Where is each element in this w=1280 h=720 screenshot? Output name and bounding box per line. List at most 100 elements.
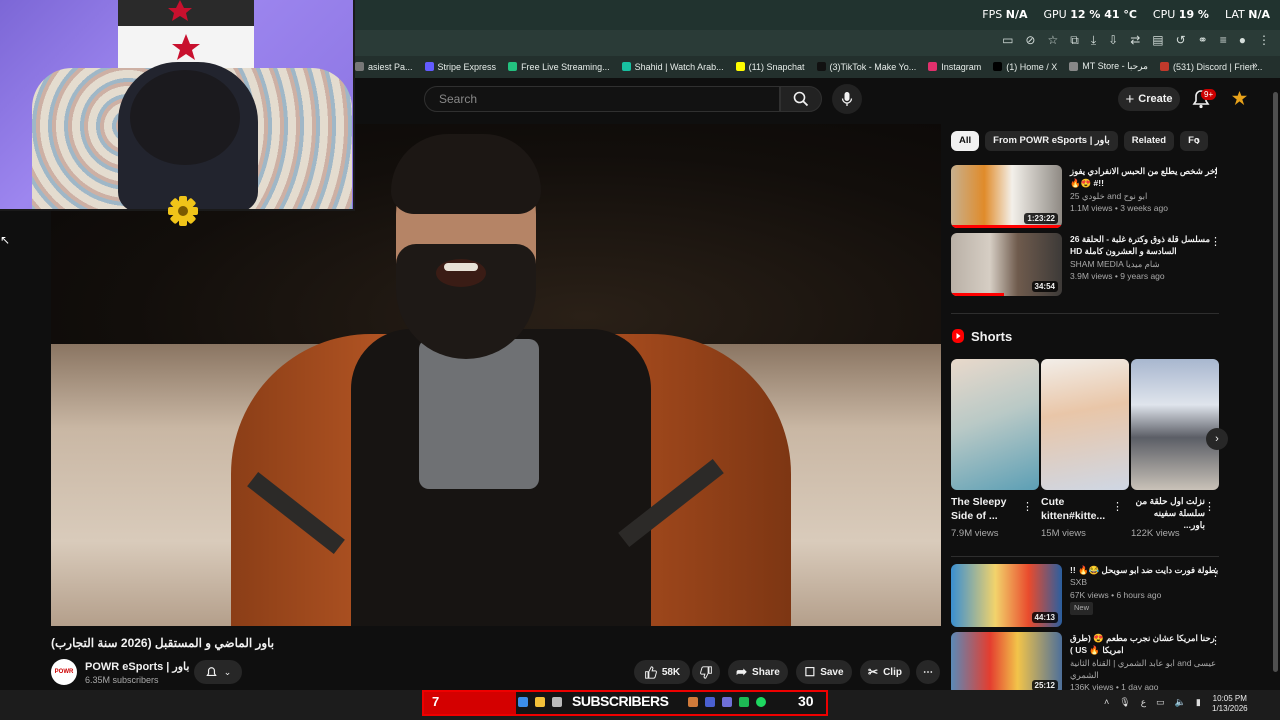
account-avatar-icon[interactable]	[1232, 91, 1247, 106]
video-duration: 44:13	[1031, 612, 1058, 623]
xbox-icon[interactable]	[739, 697, 749, 707]
more-vertical-icon[interactable]: ⋮	[1112, 500, 1123, 513]
reading-list-icon[interactable]: ≡	[1220, 33, 1227, 48]
short-title[interactable]: The Sleepy Side of ...	[951, 495, 1025, 523]
app-icon[interactable]	[722, 697, 732, 707]
clip-button[interactable]: ✂ Clip	[860, 660, 910, 684]
recommendation-channel[interactable]: 25 خلودي and ابو نوح	[1070, 190, 1221, 202]
recommendation-title[interactable]: بطولة فورت دايت ضد ابو سويحل 😂🔥 !!	[1070, 564, 1221, 576]
bookmark-favicon-icon	[424, 62, 434, 71]
file-explorer-icon[interactable]	[535, 697, 545, 707]
short-thumbnail[interactable]	[1041, 359, 1129, 490]
recommendation-title[interactable]: مسلسل قلة ذوق وكترة غلبة - الحلقة 26 الس…	[1070, 233, 1221, 258]
more-vertical-icon[interactable]: ⋮	[1204, 500, 1215, 513]
bookmark-star-icon[interactable]: ☆	[1047, 33, 1058, 48]
more-vertical-icon[interactable]: ⋮	[1210, 167, 1221, 180]
app-icon[interactable]	[688, 697, 698, 707]
bookmark-item[interactable]: MT Store - مرحبا	[1069, 61, 1148, 72]
recommendation-channel[interactable]: SXB	[1070, 576, 1221, 588]
search-input[interactable]: Search	[424, 86, 780, 112]
video-thumbnail[interactable]: 25:12	[951, 632, 1062, 695]
bookmark-item[interactable]: Instagram	[928, 61, 981, 72]
short-title[interactable]: Cute kitten#kitte...	[1041, 495, 1115, 523]
bookmark-item[interactable]: Shahid | Watch Arab...	[621, 61, 724, 72]
app-icon[interactable]	[705, 697, 715, 707]
filter-chip[interactable]: All	[951, 131, 980, 151]
short-thumbnail[interactable]	[951, 359, 1039, 490]
more-actions-button[interactable]: ⋯	[916, 660, 940, 684]
bookmark-item[interactable]: asiest Pa...	[355, 61, 413, 72]
recommendation-channel[interactable]: ابو عابد الشمري | القناة الثانية and عيس…	[1070, 657, 1221, 682]
filter-chip[interactable]: From POWR eSports | باور	[985, 131, 1118, 151]
menu-icon[interactable]: ⋮	[1258, 33, 1270, 48]
language-indicator[interactable]: ع	[1141, 697, 1146, 708]
voice-search-button[interactable]	[832, 84, 862, 114]
profile-icon[interactable]: ●	[1239, 33, 1246, 48]
shorts-next-button[interactable]: ›	[1206, 428, 1228, 450]
bookmark-label: Shahid | Watch Arab...	[634, 61, 724, 72]
battery-icon[interactable]: ▮	[1196, 697, 1201, 708]
lat-value: N/A	[1248, 8, 1270, 21]
more-vertical-icon[interactable]: ⋮	[1210, 235, 1221, 248]
subscription-notifications-button[interactable]: ⌄	[194, 660, 242, 684]
like-button[interactable]: 58K	[634, 660, 690, 684]
bookmark-item[interactable]: Free Live Streaming...	[508, 61, 610, 72]
more-vertical-icon[interactable]: ⋮	[1022, 500, 1033, 513]
download-icon[interactable]: ⤓	[1091, 33, 1096, 48]
scrollbar-thumb[interactable]	[1273, 92, 1278, 672]
history-icon[interactable]: ↺	[1176, 33, 1186, 48]
recommendation-item[interactable]: 25:12 رحنا امريكا عشان نجرب مطعم 😍 (طرق …	[951, 632, 1221, 695]
translate-icon[interactable]: ⇄	[1130, 33, 1140, 48]
install-icon[interactable]: ⇩	[1108, 33, 1118, 48]
cast-icon[interactable]: ▭	[1002, 33, 1013, 48]
bookmark-item[interactable]: (531) Discord | Frien...	[1159, 61, 1262, 72]
short-views: 15M views	[1041, 528, 1086, 539]
video-thumbnail[interactable]: 1:23:22	[951, 165, 1062, 228]
microphone-icon[interactable]: 🎙	[1119, 697, 1130, 708]
dislike-button[interactable]	[692, 660, 720, 684]
recommendation-item[interactable]: 1:23:22 اخر شخص يطلع من الحبس الانفرادي …	[951, 165, 1221, 228]
plus-icon: +	[1125, 90, 1135, 108]
windows-start-icon[interactable]	[518, 697, 528, 707]
save-button[interactable]: ☐ Save	[796, 660, 852, 684]
filter-chip[interactable]: Related	[1123, 131, 1175, 151]
subscriber-goal-current: 7	[424, 692, 516, 714]
bookmark-item[interactable]: (3)TikTok - Make Yo...	[816, 61, 916, 72]
create-button[interactable]: + Create	[1118, 87, 1180, 111]
recommendation-stats: 1.1M views • 3 weeks ago	[1070, 202, 1168, 213]
bookmarks-overflow-icon[interactable]: »	[1252, 60, 1258, 71]
short-thumbnail[interactable]	[1131, 359, 1219, 490]
volume-icon[interactable]: 🔈	[1175, 697, 1186, 708]
subscriber-goal-label: SUBSCRIBERS	[572, 693, 669, 709]
filter-chip[interactable]: Fo	[1180, 131, 1208, 151]
video-thumbnail[interactable]: 44:13	[951, 564, 1062, 627]
bookmark-item[interactable]: Stripe Express	[424, 61, 496, 72]
extensions-icon[interactable]: ⧉	[1070, 33, 1079, 48]
chips-next-icon[interactable]: ›	[1196, 134, 1200, 148]
recommendation-channel[interactable]: SHAM MEDIA شام ميديا	[1070, 258, 1221, 270]
video-thumbnail[interactable]: 34:54	[951, 233, 1062, 296]
channel-name[interactable]: POWR eSports | باور	[85, 660, 189, 673]
app-icon[interactable]	[552, 697, 562, 707]
sidebar-icon[interactable]: ▤	[1152, 33, 1163, 48]
search-button[interactable]	[780, 86, 822, 112]
network-icon[interactable]: ▭	[1156, 697, 1165, 708]
recommendation-title[interactable]: اخر شخص يطلع من الحبس الانفرادي يفوز !!#…	[1070, 165, 1221, 190]
link-icon[interactable]: ⚭	[1198, 33, 1208, 48]
recommendation-item[interactable]: 34:54 مسلسل قلة ذوق وكترة غلبة - الحلقة …	[951, 233, 1221, 296]
share-button[interactable]: ➦ Share	[728, 660, 788, 684]
chevron-up-icon[interactable]: ˄	[1104, 697, 1109, 708]
channel-avatar[interactable]: POWR	[51, 659, 77, 685]
hide-icon[interactable]: ⊘	[1025, 33, 1035, 48]
more-vertical-icon[interactable]: ⋮	[1210, 566, 1221, 579]
bookmark-item[interactable]: (11) Snapchat	[735, 61, 805, 72]
short-title[interactable]: نزلت اول حلقة من سلسلة سفينه باور...	[1131, 495, 1205, 531]
system-clock[interactable]: 10:05 PM 1/13/2026	[1212, 694, 1248, 715]
video-frame-shirt	[419, 339, 539, 489]
bookmark-label: (11) Snapchat	[748, 61, 805, 72]
recommendation-title[interactable]: رحنا امريكا عشان نجرب مطعم 😍 (طرق امريكا…	[1070, 632, 1221, 657]
spotify-icon[interactable]	[756, 697, 766, 707]
recommendation-item[interactable]: 44:13 بطولة فورت دايت ضد ابو سويحل 😂🔥 !!…	[951, 564, 1221, 627]
bookmark-item[interactable]: (1) Home / X	[993, 61, 1057, 72]
more-vertical-icon[interactable]: ⋮	[1210, 634, 1221, 647]
